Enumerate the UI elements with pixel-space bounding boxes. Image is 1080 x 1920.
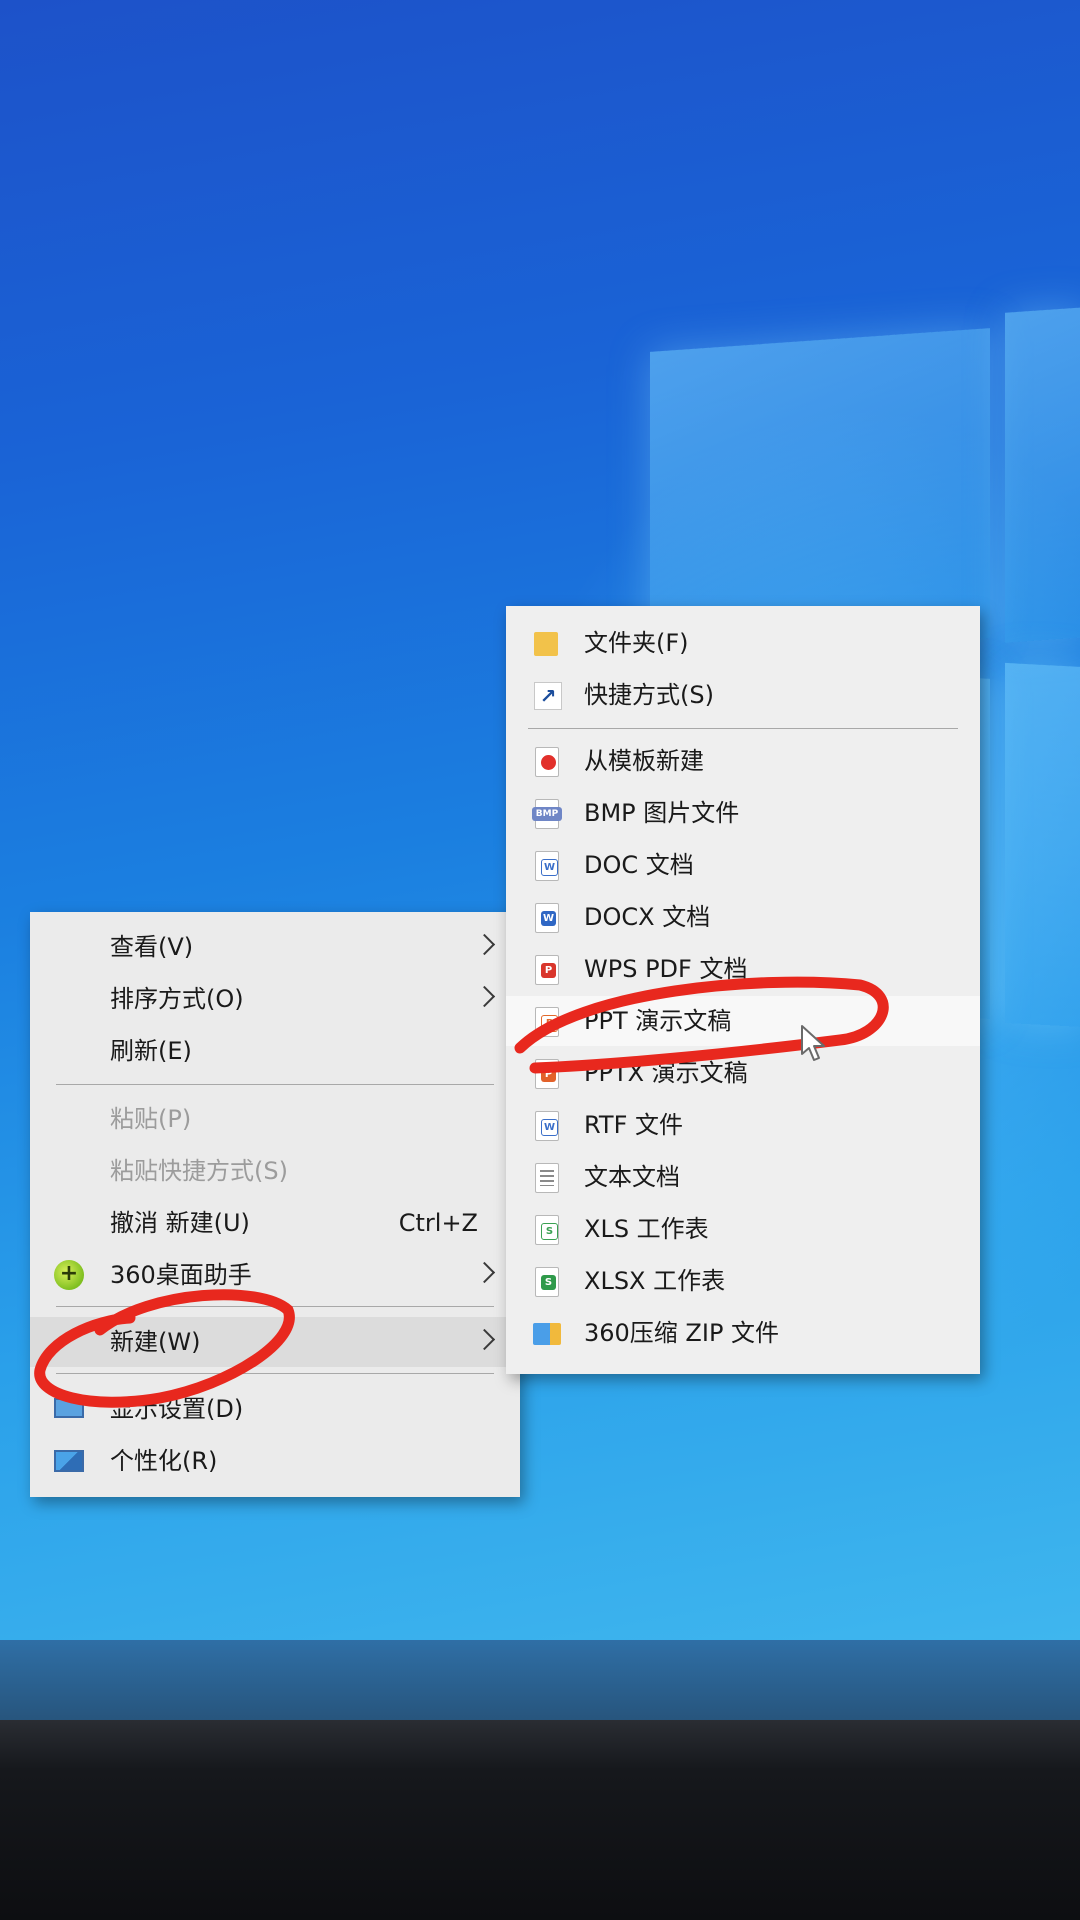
submenu-item-label: 从模板新建 xyxy=(584,747,704,775)
mouse-cursor-icon xyxy=(801,1025,825,1061)
ppt-file-icon: P xyxy=(532,1006,562,1037)
monitor-bezel xyxy=(0,1720,1080,1920)
pptx-file-icon: P xyxy=(532,1058,562,1089)
xls-file-icon: S xyxy=(532,1214,562,1245)
display-settings-icon xyxy=(54,1394,84,1424)
submenu-item-shortcut[interactable]: ↗ 快捷方式(S) xyxy=(506,670,980,720)
submenu-item-wps-pdf[interactable]: P WPS PDF 文档 xyxy=(506,944,980,994)
chevron-right-icon xyxy=(473,1328,496,1351)
submenu-item-doc[interactable]: W DOC 文档 xyxy=(506,840,980,890)
submenu-item-label: DOC 文档 xyxy=(584,851,694,879)
menu-item-personalize[interactable]: 个性化(R) xyxy=(30,1436,520,1486)
submenu-item-folder[interactable]: 文件夹(F) xyxy=(506,618,980,668)
submenu-item-pptx[interactable]: P PPTX 演示文稿 xyxy=(506,1048,980,1098)
menu-item-label: 粘贴快捷方式(S) xyxy=(110,1157,288,1185)
submenu-item-label: 360压缩 ZIP 文件 xyxy=(584,1319,780,1347)
menu-item-label: 撤消 新建(U) xyxy=(110,1209,250,1237)
menu-separator xyxy=(56,1084,494,1085)
submenu-item-label: RTF 文件 xyxy=(584,1111,684,1139)
submenu-item-label: 文件夹(F) xyxy=(584,629,689,657)
keyboard-shortcut: Ctrl+Z xyxy=(398,1209,478,1237)
menu-item-label: 排序方式(O) xyxy=(110,985,244,1013)
submenu-item-xlsx[interactable]: S XLSX 工作表 xyxy=(506,1256,980,1306)
submenu-item-label: XLS 工作表 xyxy=(584,1215,709,1243)
wps-template-icon xyxy=(532,746,562,777)
submenu-item-label: 文本文档 xyxy=(584,1163,680,1191)
screen-edge xyxy=(0,1640,1080,1720)
submenu-item-label: XLSX 工作表 xyxy=(584,1267,726,1295)
submenu-item-from-template[interactable]: 从模板新建 xyxy=(506,736,980,786)
menu-item-label: 显示设置(D) xyxy=(110,1395,244,1423)
menu-item-label: 新建(W) xyxy=(110,1328,201,1356)
menu-item-label: 查看(V) xyxy=(110,933,194,961)
rtf-file-icon: W xyxy=(532,1110,562,1141)
menu-item-new[interactable]: 新建(W) xyxy=(30,1317,520,1367)
menu-separator xyxy=(56,1373,494,1374)
submenu-item-bmp[interactable]: BMP BMP 图片文件 xyxy=(506,788,980,838)
new-submenu: 文件夹(F) ↗ 快捷方式(S) 从模板新建 BMP BMP 图片文件 W DO… xyxy=(506,606,980,1374)
pdf-file-icon: P xyxy=(532,954,562,985)
menu-item-undo-new[interactable]: 撤消 新建(U) Ctrl+Z xyxy=(30,1198,520,1248)
submenu-item-label: DOCX 文档 xyxy=(584,903,711,931)
folder-icon xyxy=(532,628,562,658)
menu-item-paste[interactable]: 粘贴(P) xyxy=(30,1094,520,1144)
submenu-item-ppt[interactable]: P PPT 演示文稿 xyxy=(506,996,980,1046)
chevron-right-icon xyxy=(473,933,496,956)
submenu-item-label: PPTX 演示文稿 xyxy=(584,1059,748,1087)
submenu-item-label: PPT 演示文稿 xyxy=(584,1007,732,1035)
docx-file-icon: W xyxy=(532,902,562,933)
zip-file-icon xyxy=(532,1318,562,1348)
submenu-item-360-zip[interactable]: 360压缩 ZIP 文件 xyxy=(506,1308,980,1358)
menu-item-view[interactable]: 查看(V) xyxy=(30,922,520,972)
shortcut-icon: ↗ xyxy=(532,680,562,710)
menu-item-display-settings[interactable]: 显示设置(D) xyxy=(30,1384,520,1434)
xlsx-file-icon: S xyxy=(532,1266,562,1297)
menu-item-label: 个性化(R) xyxy=(110,1447,218,1475)
menu-item-label: 刷新(E) xyxy=(110,1037,192,1065)
doc-file-icon: W xyxy=(532,850,562,881)
menu-item-label: 360桌面助手 xyxy=(110,1261,252,1289)
text-file-icon xyxy=(532,1162,562,1193)
submenu-item-docx[interactable]: W DOCX 文档 xyxy=(506,892,980,942)
bmp-file-icon: BMP xyxy=(532,798,562,829)
submenu-item-text-document[interactable]: 文本文档 xyxy=(506,1152,980,1202)
personalize-icon xyxy=(54,1446,84,1476)
menu-item-label: 粘贴(P) xyxy=(110,1105,192,1133)
menu-item-sort-by[interactable]: 排序方式(O) xyxy=(30,974,520,1024)
submenu-item-xls[interactable]: S XLS 工作表 xyxy=(506,1204,980,1254)
windows-logo-pane-top-right xyxy=(1005,307,1080,643)
submenu-item-rtf[interactable]: W RTF 文件 xyxy=(506,1100,980,1150)
submenu-item-label: BMP 图片文件 xyxy=(584,799,740,827)
menu-item-paste-shortcut[interactable]: 粘贴快捷方式(S) xyxy=(30,1146,520,1196)
chevron-right-icon xyxy=(473,1261,496,1284)
windows-logo-pane-bottom-right xyxy=(1005,662,1080,1028)
submenu-item-label: 快捷方式(S) xyxy=(584,681,714,709)
menu-separator xyxy=(56,1306,494,1307)
360-assistant-icon: + xyxy=(54,1260,84,1290)
chevron-right-icon xyxy=(473,985,496,1008)
menu-separator xyxy=(528,728,958,729)
submenu-item-label: WPS PDF 文档 xyxy=(584,955,748,983)
menu-item-refresh[interactable]: 刷新(E) xyxy=(30,1026,520,1076)
desktop-context-menu: 查看(V) 排序方式(O) 刷新(E) 粘贴(P) 粘贴快捷方式(S) 撤消 新… xyxy=(30,912,520,1497)
menu-item-360-assistant[interactable]: + 360桌面助手 xyxy=(30,1250,520,1300)
